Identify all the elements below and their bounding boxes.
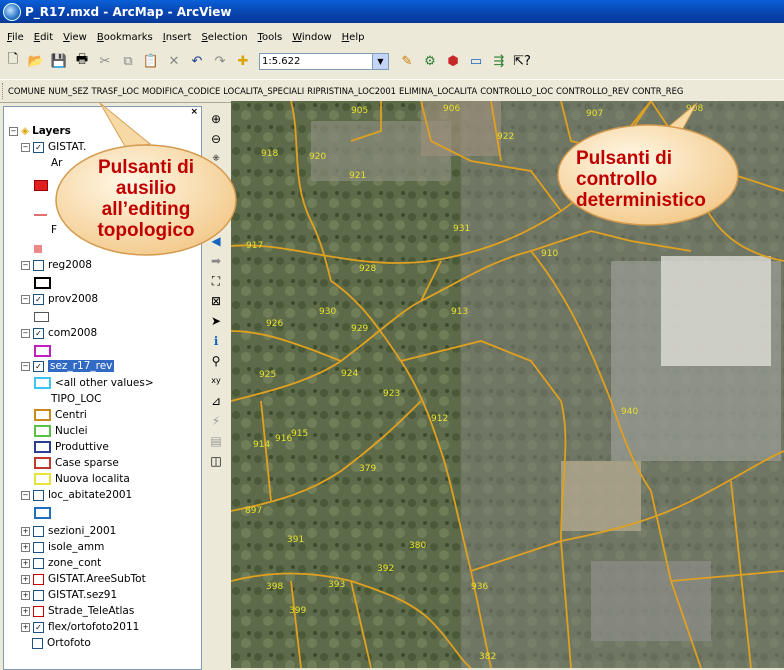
callout-left-line: Pulsanti di bbox=[97, 157, 195, 178]
callout-right-line: Pulsanti di bbox=[576, 148, 673, 169]
callout-right-text: Pulsanti di controllo deterministico bbox=[576, 148, 736, 211]
callout-overlay bbox=[55, 102, 739, 256]
callout-left-line: topologico bbox=[97, 220, 195, 241]
callout-left-line: ausilio bbox=[115, 178, 177, 199]
callout-right-line: controllo bbox=[576, 169, 658, 190]
callout-left-line: all’editing bbox=[101, 199, 191, 220]
callout-right-line: deterministico bbox=[576, 190, 706, 211]
callout-left-pointer bbox=[99, 102, 152, 149]
callout-left-text: Pulsanti di ausilio all’editing topologi… bbox=[86, 157, 206, 241]
